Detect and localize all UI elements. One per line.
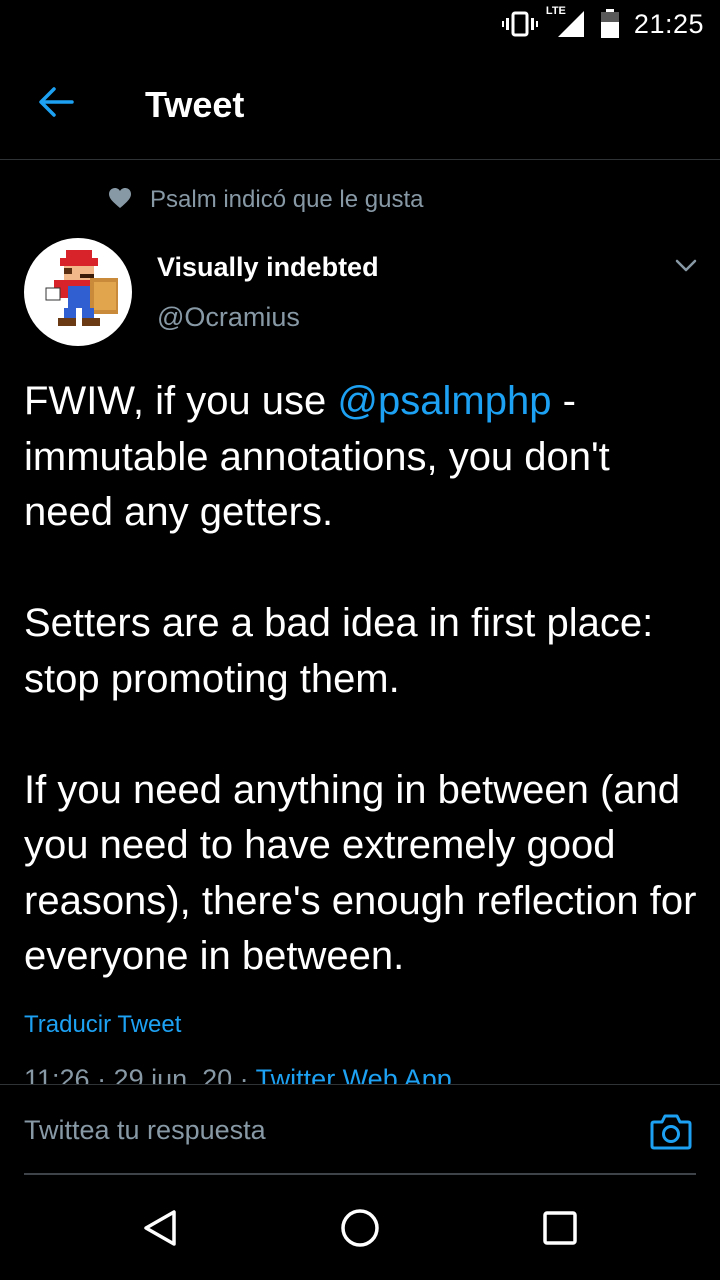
tweet-paragraph-2: Setters are a bad idea in first place: s… [24, 601, 654, 701]
tweet-text: FWIW, if you use @psalmphp - immutable a… [24, 374, 704, 985]
more-options-button[interactable] [668, 250, 704, 286]
author-name[interactable]: Visually indebted [157, 252, 379, 283]
pixel-mario-avatar [24, 250, 132, 346]
home-circle-icon [340, 1208, 380, 1253]
network-label: LTE [545, 5, 566, 17]
tweet-timestamp[interactable]: 11:26 · 29 jun. 20 · [24, 1064, 256, 1084]
nav-home-button[interactable] [340, 1208, 380, 1253]
vibrate-icon [501, 10, 538, 38]
status-time: 21:25 [633, 8, 704, 39]
nav-back-button[interactable] [140, 1209, 180, 1252]
avatar[interactable] [24, 238, 132, 346]
top-app-bar: Tweet [0, 48, 720, 160]
chevron-down-icon [675, 259, 697, 278]
tweet-paragraph-1: FWIW, if you use @psalmphp - immutable a… [24, 374, 704, 541]
reply-underline [24, 1173, 696, 1175]
source-app-link[interactable]: Twitter Web App [256, 1064, 452, 1084]
camera-icon [650, 1113, 692, 1156]
signal-icon: LTE [546, 5, 586, 39]
tweet-paragraph-3: If you need anything in between (and you… [24, 767, 697, 979]
tweet-metadata: 11:26 · 29 jun. 20 · Twitter Web App [24, 1062, 704, 1084]
social-context-text: Psalm indicó que le gusta [150, 186, 424, 213]
status-bar: LTE 21:25 [0, 0, 720, 48]
recents-square-icon [542, 1210, 578, 1251]
mention-link[interactable]: @psalmphp [337, 379, 551, 423]
reply-input[interactable] [24, 1107, 624, 1153]
arrow-left-icon [38, 86, 74, 123]
tweet-text-segment: FWIW, if you use [24, 379, 338, 423]
system-nav-bar [0, 1176, 720, 1280]
screen: LTE 21:25 Tweet Psalm indicó que le gust… [0, 0, 720, 1280]
heart-icon [108, 187, 132, 214]
camera-button[interactable] [648, 1113, 694, 1155]
back-triangle-icon [142, 1209, 178, 1252]
social-context[interactable]: Psalm indicó que le gusta [108, 184, 424, 216]
back-button[interactable] [24, 78, 88, 130]
author-handle[interactable]: @Ocramius [157, 302, 300, 333]
reply-bar [0, 1084, 720, 1175]
page-title: Tweet [145, 84, 245, 125]
nav-recents-button[interactable] [540, 1210, 580, 1250]
translate-tweet-link[interactable]: Traducir Tweet [24, 1011, 181, 1039]
battery-icon [600, 9, 620, 39]
